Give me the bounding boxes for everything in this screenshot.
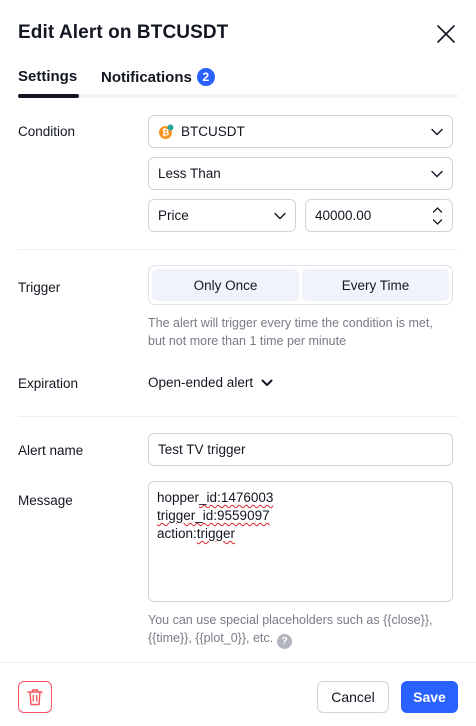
tab-notifications[interactable]: Notifications 2 xyxy=(101,68,215,86)
close-button[interactable] xyxy=(436,24,456,44)
chevron-down-icon xyxy=(431,128,443,135)
trigger-hint: The alert will trigger every time the co… xyxy=(148,316,433,348)
chevron-down-icon xyxy=(261,379,273,386)
trigger-label: Trigger xyxy=(18,280,61,295)
tab-bar: Settings Notifications 2 xyxy=(18,68,458,98)
save-button[interactable]: Save xyxy=(401,681,458,713)
chevron-down-icon xyxy=(431,170,443,177)
trigger-every-time-button[interactable]: Every Time xyxy=(302,269,449,301)
operator-select[interactable]: Less Than xyxy=(148,157,453,190)
message-line: hopper_id:1476003 xyxy=(157,490,274,505)
help-icon[interactable]: ? xyxy=(277,634,293,649)
section-divider xyxy=(18,416,458,417)
message-label: Message xyxy=(18,493,73,508)
close-icon xyxy=(437,25,455,43)
alert-name-label: Alert name xyxy=(18,443,84,458)
alert-name-input[interactable]: Test TV trigger xyxy=(148,433,453,466)
notifications-count-badge: 2 xyxy=(196,68,215,86)
message-line: action:trigger xyxy=(157,526,236,541)
message-hint: You can use special placeholders such as… xyxy=(148,611,453,649)
tab-settings[interactable]: Settings xyxy=(18,68,77,85)
symbol-value: BTCUSDT xyxy=(181,124,245,139)
cancel-button[interactable]: Cancel xyxy=(317,681,389,713)
footer-divider xyxy=(0,662,476,663)
stepper-icon[interactable] xyxy=(432,206,443,226)
tab-settings-label: Settings xyxy=(18,68,78,85)
source-value: Price xyxy=(158,208,189,223)
condition-label: Condition xyxy=(18,124,76,139)
alert-name-value: Test TV trigger xyxy=(158,442,246,457)
section-divider xyxy=(18,249,458,250)
trigger-segmented-control: Only Once Every Time xyxy=(148,265,453,305)
expiration-value: Open-ended alert xyxy=(148,375,254,390)
price-value: 40000.00 xyxy=(315,208,372,223)
expiration-label: Expiration xyxy=(18,376,79,391)
operator-value: Less Than xyxy=(158,166,221,181)
delete-button[interactable] xyxy=(18,681,52,713)
tabs-track xyxy=(18,94,458,98)
dialog-title: Edit Alert on BTCUSDT xyxy=(18,22,229,43)
tabs-active-indicator xyxy=(18,94,79,98)
expiration-dropdown[interactable]: Open-ended alert xyxy=(148,375,273,390)
message-textarea[interactable]: hopper_id:1476003 trigger_id:9559097 act… xyxy=(148,481,453,602)
chevron-down-icon xyxy=(274,212,286,219)
trigger-only-once-button[interactable]: Only Once xyxy=(152,269,299,301)
bitcoin-icon: ₿ xyxy=(158,124,174,140)
message-line: trigger_id:9559097 xyxy=(157,508,270,523)
source-select[interactable]: Price xyxy=(148,199,296,232)
symbol-select[interactable]: ₿ BTCUSDT xyxy=(148,115,453,148)
tab-notifications-label: Notifications xyxy=(101,69,192,86)
trash-icon xyxy=(27,689,43,706)
price-value-input[interactable]: 40000.00 xyxy=(305,199,453,232)
edit-alert-dialog: Edit Alert on BTCUSDT Settings Notificat… xyxy=(0,0,476,726)
dialog-header: Edit Alert on BTCUSDT xyxy=(18,22,458,48)
